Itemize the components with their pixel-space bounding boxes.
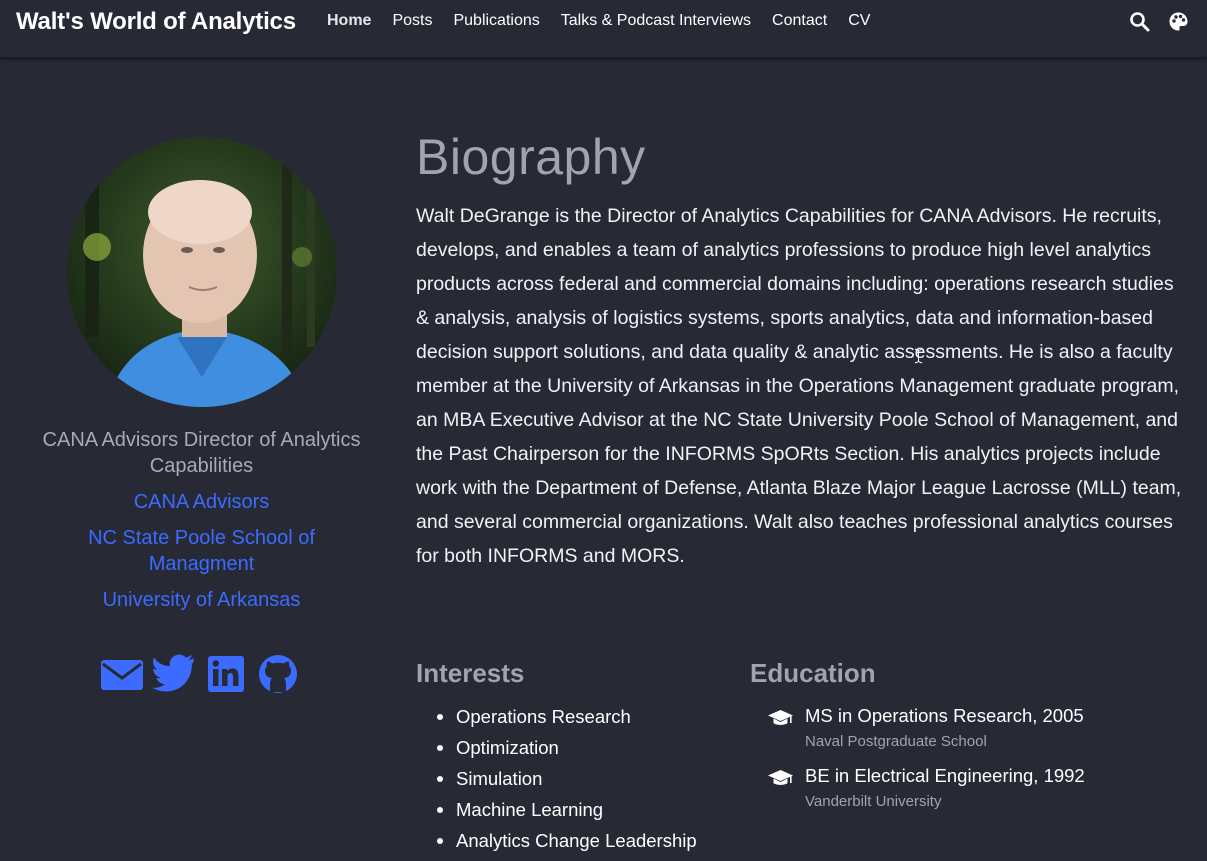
biography-text: Walt DeGrange is the Director of Analyti… <box>416 205 1182 567</box>
email-icon[interactable] <box>100 654 144 694</box>
text-cursor-icon <box>914 348 923 364</box>
nav-icons <box>1129 11 1189 32</box>
org-link-arkansas[interactable]: University of Arkansas <box>40 587 363 613</box>
education-title: Education <box>750 658 876 688</box>
graduation-cap-icon <box>767 768 794 788</box>
nav-posts[interactable]: Posts <box>392 12 432 30</box>
list-item: Optimization <box>437 732 697 763</box>
profile-role: CANA Advisors Director of Analytics Capa… <box>42 429 361 477</box>
list-item: Simulation <box>437 763 697 794</box>
nav-cv[interactable]: CV <box>848 12 870 30</box>
org-link-ncstate[interactable]: NC State Poole School of Managment <box>40 525 363 577</box>
site-brand[interactable]: Walt's World of Analytics <box>16 8 296 36</box>
social-links <box>100 654 308 694</box>
education-school: Naval Postgraduate School <box>805 733 987 750</box>
list-item: Analytics Change Leadership <box>437 825 697 856</box>
search-icon[interactable] <box>1129 11 1150 32</box>
education-degree: BE in Electrical Engineering, 1992 <box>805 765 1085 786</box>
nav-menu: Home Posts Publications Talks & Podcast … <box>327 12 891 30</box>
nav-publications[interactable]: Publications <box>453 12 539 30</box>
org-link-cana[interactable]: CANA Advisors <box>40 489 363 515</box>
nav-contact[interactable]: Contact <box>772 12 827 30</box>
profile-avatar <box>67 137 337 407</box>
nav-talks[interactable]: Talks & Podcast Interviews <box>561 12 751 30</box>
twitter-icon[interactable] <box>152 654 196 694</box>
interests-list: Operations Research Optimization Simulat… <box>437 701 697 856</box>
graduation-cap-icon <box>767 708 794 728</box>
education-degree: MS in Operations Research, 2005 <box>805 705 1084 726</box>
biography-title: Biography <box>416 129 646 185</box>
education-school: Vanderbilt University <box>805 793 942 810</box>
nav-home[interactable]: Home <box>327 12 371 30</box>
linkedin-icon[interactable] <box>204 654 248 694</box>
top-navbar: Walt's World of Analytics Home Posts Pub… <box>0 0 1207 58</box>
list-item: Machine Learning <box>437 794 697 825</box>
palette-icon[interactable] <box>1168 11 1189 32</box>
interests-title: Interests <box>416 658 525 688</box>
github-icon[interactable] <box>256 654 300 694</box>
list-item: Operations Research <box>437 701 697 732</box>
